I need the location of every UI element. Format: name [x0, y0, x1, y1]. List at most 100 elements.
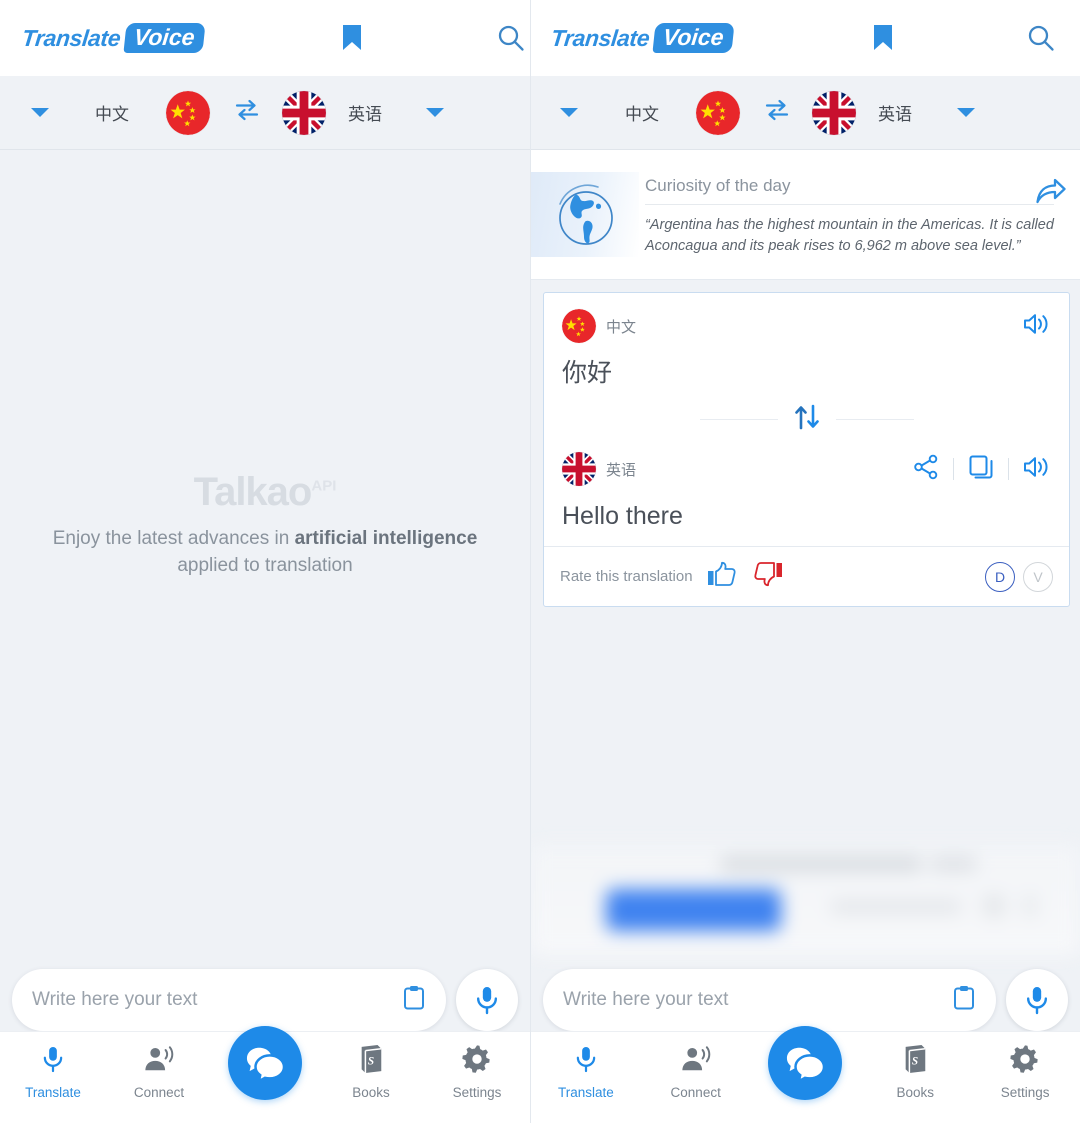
translation-card: 中文 你好 英语 Hello there Rate this translati… [543, 292, 1070, 607]
text-input-bar: Write here your text [0, 969, 530, 1031]
target-language-label[interactable]: 英语 [348, 100, 382, 125]
china-flag-icon[interactable] [166, 91, 210, 135]
translation-source-language: 中文 [606, 318, 637, 336]
bottom-navigation: Translate Connect Books Settings [0, 1026, 530, 1123]
curiosity-card[interactable]: Curiosity of the day “Argentina has the … [531, 150, 1080, 280]
copy-icon[interactable] [968, 454, 994, 485]
blurred-advertisement [531, 845, 1080, 955]
nav-item-chat-right[interactable] [751, 1026, 861, 1100]
text-input-field-right[interactable]: Write here your text [543, 969, 996, 1031]
language-selector-bar: 中文 英语 [0, 76, 530, 150]
nav-item-connect[interactable]: Connect [106, 1044, 212, 1100]
text-input-field[interactable]: Write here your text [12, 969, 446, 1031]
uk-flag-icon[interactable] [282, 91, 326, 135]
app-header-right: Translate Voice [531, 0, 1080, 76]
speaker-icon-source[interactable] [1023, 311, 1051, 342]
empty-subtitle-bold: artificial intelligence [294, 528, 478, 549]
thumbs-down-icon[interactable] [753, 561, 783, 592]
nav-label-connect-right: Connect [670, 1085, 721, 1100]
source-language-label[interactable]: 中文 [95, 100, 129, 125]
translation-target-text[interactable]: Hello there [562, 500, 1051, 532]
text-input-placeholder-right: Write here your text [563, 989, 729, 1010]
talkao-api-sup: API [311, 477, 337, 495]
swap-vertical-icon[interactable] [792, 403, 822, 436]
search-icon-right[interactable] [1027, 24, 1055, 52]
translation-target-language: 英语 [606, 461, 637, 479]
ad-line-placeholder [831, 901, 961, 913]
nav-label-books: Books [352, 1085, 390, 1100]
dual-screenshot-container: Translate Voice 中文 英语 TalkaoAPI Enjoy th… [0, 0, 1080, 1123]
target-language-label-right[interactable]: 英语 [878, 100, 912, 125]
translation-source-section: 中文 你好 [544, 293, 1069, 403]
nav-label-settings: Settings [452, 1085, 502, 1100]
speaker-icon-target[interactable] [1023, 454, 1051, 485]
bookmark-icon[interactable] [341, 24, 363, 52]
app-logo-right: Translate Voice [550, 23, 735, 53]
separator-line-left [699, 419, 778, 420]
nav-item-translate[interactable]: Translate [0, 1044, 106, 1100]
share-arrow-icon[interactable] [1036, 178, 1066, 211]
china-flag-icon-right[interactable] [696, 91, 740, 135]
source-language-caret-icon[interactable] [31, 108, 49, 117]
engine-badges: D V [985, 561, 1053, 592]
target-language-caret-icon[interactable] [426, 108, 444, 117]
book-icon [357, 1044, 385, 1079]
share-nodes-icon[interactable] [913, 454, 939, 485]
uk-flag-icon-right[interactable] [812, 91, 856, 135]
empty-subtitle-line2: applied to translation [177, 555, 353, 576]
left-screen: Translate Voice 中文 英语 TalkaoAPI Enjoy th… [0, 0, 530, 1123]
person-speaking-icon [143, 1044, 175, 1079]
action-divider-1 [953, 458, 954, 480]
source-language-label-right[interactable]: 中文 [625, 100, 659, 125]
search-icon[interactable] [497, 24, 525, 52]
rating-row: Rate this translation D V [544, 546, 1069, 606]
globe-icon [531, 172, 639, 257]
badge-deepl[interactable]: D [985, 561, 1015, 592]
ad-cta-placeholder [606, 889, 781, 931]
translation-target-header: 英语 [562, 452, 1051, 486]
text-input-bar-right: Write here your text [531, 969, 1080, 1031]
uk-flag-icon-card [562, 452, 596, 486]
microphone-icon [41, 1044, 65, 1079]
swap-languages-button-right[interactable] [764, 97, 790, 128]
curiosity-title: Curiosity of the day [645, 176, 1054, 205]
bookmark-icon-right[interactable] [872, 24, 894, 52]
right-screen: Translate Voice 中文 英语 Curiosity of the d… [530, 0, 1080, 1123]
nav-item-books-right[interactable]: Books [860, 1044, 970, 1100]
translation-swap-separator [544, 403, 1069, 436]
rating-label: Rate this translation [560, 568, 693, 585]
nav-item-translate-right[interactable]: Translate [531, 1044, 641, 1100]
clipboard-icon[interactable] [402, 985, 426, 1016]
source-language-caret-icon-right[interactable] [560, 108, 578, 117]
microphone-button[interactable] [456, 969, 518, 1031]
nav-item-settings[interactable]: Settings [424, 1044, 530, 1100]
translation-source-text[interactable]: 你好 [562, 357, 1051, 389]
nav-label-translate: Translate [25, 1085, 81, 1100]
translation-source-header: 中文 [562, 309, 1051, 343]
thumbs-up-icon[interactable] [707, 561, 737, 592]
app-logo: Translate Voice [21, 23, 206, 53]
nav-item-chat[interactable] [212, 1026, 318, 1100]
empty-state-subtitle: Enjoy the latest advances in artificial … [24, 525, 506, 579]
nav-item-connect-right[interactable]: Connect [641, 1044, 751, 1100]
microphone-button-right[interactable] [1006, 969, 1068, 1031]
person-speaking-icon-right [680, 1044, 712, 1079]
curiosity-text: “Argentina has the highest mountain in t… [645, 217, 1054, 254]
logo-voice-badge-right: Voice [652, 23, 735, 53]
nav-item-settings-right[interactable]: Settings [970, 1044, 1080, 1100]
ad-square-1-placeholder [983, 895, 1005, 917]
chat-bubbles-icon-right[interactable] [768, 1026, 843, 1100]
text-input-placeholder: Write here your text [32, 989, 198, 1010]
badge-v[interactable]: V [1023, 561, 1053, 592]
gear-icon-right [1010, 1044, 1040, 1079]
translation-target-actions [913, 454, 1051, 485]
swap-languages-button[interactable] [234, 97, 260, 128]
ad-title-placeholder [721, 857, 921, 871]
chat-bubbles-icon[interactable] [228, 1026, 302, 1100]
clipboard-icon-right[interactable] [952, 985, 976, 1016]
target-language-caret-icon-right[interactable] [957, 108, 975, 117]
separator-line-right [835, 419, 914, 420]
nav-label-connect: Connect [133, 1085, 185, 1100]
nav-item-books[interactable]: Books [318, 1044, 424, 1100]
talkao-wordmark: TalkaoAPI [194, 470, 337, 515]
